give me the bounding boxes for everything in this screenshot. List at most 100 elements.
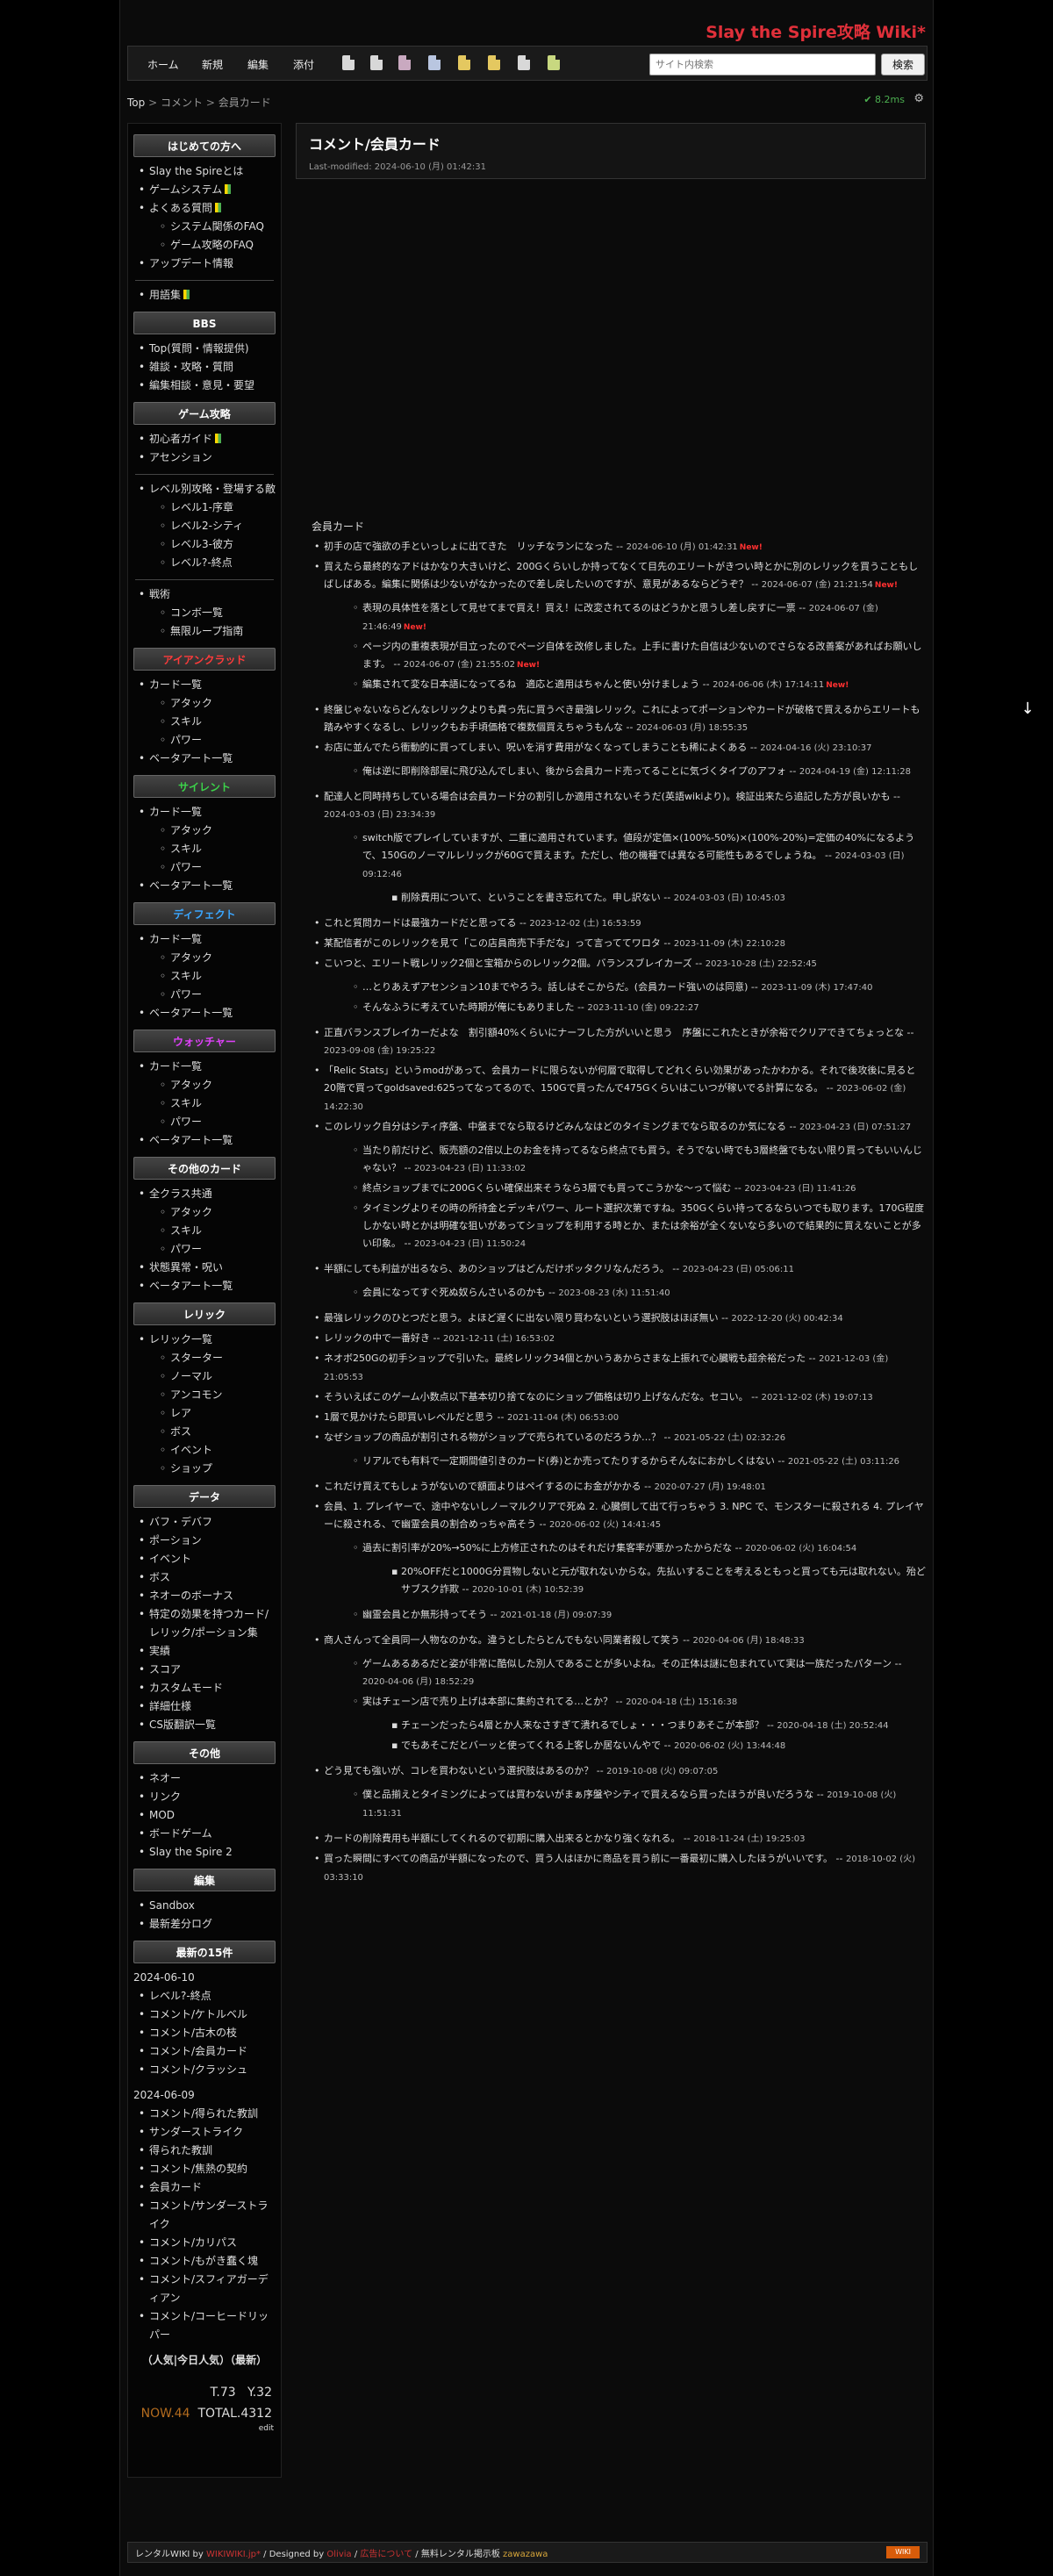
ad-link[interactable]: 広告について [360,2550,412,2559]
scroll-down-icon[interactable]: ↓ [1018,700,1037,719]
sidebar-item-link[interactable]: ネオー [149,1772,181,1784]
sidebar-item-link[interactable]: ボス [149,1571,170,1583]
sidebar-item[interactable]: パワー [158,986,276,1004]
sidebar-item-link[interactable]: パワー [170,988,202,1001]
page-copy-icon[interactable] [342,55,355,70]
nav-attach-link[interactable]: 添付 [293,57,314,72]
zawazawa-link[interactable]: zawazawa [503,2550,548,2559]
sidebar-item[interactable]: コンボ一覧 [158,604,276,622]
sidebar-item[interactable]: スキル [158,967,276,986]
sidebar-item-link[interactable]: スキル [170,1224,202,1237]
popular-links[interactable]: （人気|今日人気）（最新） [128,2351,281,2370]
recent-item-link[interactable]: 得られた教訓 [149,2144,212,2156]
sidebar-item[interactable]: ベータアート一覧 [137,1131,276,1150]
sidebar-item-link[interactable]: 実績 [149,1645,170,1657]
recent-item[interactable]: コメント/得られた教訓 [137,2105,276,2123]
sidebar-item-link[interactable]: ショップ [170,1462,212,1475]
page-search-icon[interactable] [458,55,470,70]
sidebar-item-link[interactable]: スターター [170,1352,223,1364]
sidebar-item-link[interactable]: ゲームシステム [149,183,222,196]
sidebar-item-link[interactable]: ベータアート一覧 [149,1007,233,1019]
sidebar-item-link[interactable]: ベータアート一覧 [149,879,233,892]
sidebar-item-link[interactable]: アタック [170,1079,212,1091]
sidebar-item[interactable]: パワー [158,1113,276,1131]
sidebar-item-link[interactable]: ベータアート一覧 [149,1134,233,1146]
sidebar-item-link[interactable]: イベント [170,1444,212,1456]
sidebar-item-link[interactable]: 戦術 [149,588,170,600]
sidebar-item-link[interactable]: カード一覧 [149,806,202,818]
page-list-icon[interactable] [428,55,441,70]
sidebar-item-link[interactable]: スキル [170,715,202,728]
recent-item-link[interactable]: コメント/ケトルベル [149,2008,247,2020]
sidebar-item[interactable]: CS版翻訳一覧 [137,1716,276,1734]
sidebar-item[interactable]: アタック [158,1076,276,1094]
sidebar-item[interactable]: Slay the Spireとは [137,162,276,181]
recent-item[interactable]: サンダーストライク [137,2123,276,2142]
recent-item-link[interactable]: コメント/クラッシュ [149,2063,247,2076]
sidebar-item-link[interactable]: カード一覧 [149,678,202,691]
sidebar-item[interactable]: 無限ループ指南 [158,622,276,641]
sidebar-item[interactable]: パワー [158,858,276,877]
site-title[interactable]: Slay the Spire攻略 Wiki* [706,19,926,43]
sidebar-item-link[interactable]: システム関係のFAQ [170,220,264,233]
edit-link[interactable]: edit [128,2424,281,2433]
recent-item-link[interactable]: コメント/もがき蠢く塊 [149,2255,258,2267]
recent-item-link[interactable]: コメント/得られた教訓 [149,2107,258,2120]
sidebar-item-link[interactable]: ノーマル [170,1370,212,1382]
sidebar-item[interactable]: ゲーム攻略のFAQ [158,236,276,255]
sidebar-item-link[interactable]: 雑談・攻略・質問 [149,361,233,373]
sidebar-item-link[interactable]: 最新差分ログ [149,1918,212,1930]
sidebar-item[interactable]: アタック [158,822,276,840]
sidebar-item[interactable]: Slay the Spire 2 [137,1843,276,1862]
recent-item[interactable]: コメント/クラッシュ [137,2061,276,2079]
rename-icon[interactable] [518,55,530,70]
sidebar-item-link[interactable]: スコア [149,1663,181,1675]
sidebar-item[interactable]: スキル [158,1094,276,1113]
sidebar-item-link[interactable]: スキル [170,970,202,982]
sidebar-item[interactable]: 編集相談・意見・要望 [137,377,276,395]
nav-home-link[interactable]: ホーム [147,57,179,72]
sidebar-item[interactable]: カード一覧 [137,803,276,822]
sidebar-item-link[interactable]: Top(質問・情報提供) [149,342,249,355]
sidebar-item-link[interactable]: ポーション [149,1534,202,1546]
sidebar-item-link[interactable]: 編集相談・意見・要望 [149,379,254,391]
sidebar-item[interactable]: 用語集 [137,286,276,305]
sidebar-item-link[interactable]: 詳細仕様 [149,1700,191,1712]
sidebar-item-link[interactable]: パワー [170,861,202,873]
recent-item-link[interactable]: サンダーストライク [149,2126,243,2138]
sidebar-item[interactable]: 状態異常・呪い [137,1259,276,1277]
sidebar-item-link[interactable]: パワー [170,1243,202,1255]
sidebar-item[interactable]: 特定の効果を持つカード/レリック/ポーション集 [137,1605,276,1642]
sidebar-item-link[interactable]: レベル2-シティ [170,520,243,532]
sidebar-item[interactable]: ノーマル [158,1367,276,1386]
sidebar-item-link[interactable]: よくある質問 [149,202,212,214]
breadcrumb-top[interactable]: Top [127,97,145,109]
sidebar-item-link[interactable]: Sandbox [149,1899,195,1912]
recent-item-link[interactable]: コメント/サンダーストライク [149,2199,268,2230]
sidebar-item-link[interactable]: ボードゲーム [149,1827,212,1840]
sidebar-item-link[interactable]: カスタムモード [149,1682,223,1694]
recent-item[interactable]: コメント/コーヒードリッパー [137,2307,276,2344]
sidebar-item-link[interactable]: アタック [170,1206,212,1218]
recent-item-link[interactable]: コメント/会員カード [149,2045,247,2057]
search-button[interactable]: 検索 [881,54,925,75]
sidebar-item[interactable]: よくある質問 [137,199,276,218]
sidebar-item[interactable]: ネオーのボーナス [137,1587,276,1605]
sidebar-item-link[interactable]: パワー [170,734,202,746]
recent-item-link[interactable]: コメント/スフィアガーディアン [149,2273,269,2304]
recent-item[interactable]: コメント/サンダーストライク [137,2197,276,2234]
sidebar-item[interactable]: スターター [158,1349,276,1367]
sidebar-item[interactable]: イベント [158,1441,276,1460]
sidebar-item[interactable]: レベル3-彼方 [158,535,276,554]
sidebar-item-link[interactable]: Slay the Spire 2 [149,1846,233,1858]
search-input[interactable] [649,54,876,75]
sidebar-item-link[interactable]: 無限ループ指南 [170,625,243,637]
sidebar-item[interactable]: レベル別攻略・登場する敵 [137,480,276,499]
sidebar-item[interactable]: レベル?-終点 [158,554,276,572]
sidebar-item[interactable]: アタック [158,949,276,967]
sidebar-item-link[interactable]: アタック [170,824,212,836]
sidebar-item-link[interactable]: バフ・デバフ [149,1516,212,1528]
sidebar-item[interactable]: ショップ [158,1460,276,1478]
sidebar-item[interactable]: カード一覧 [137,676,276,694]
sidebar-item[interactable]: ベータアート一覧 [137,1004,276,1023]
